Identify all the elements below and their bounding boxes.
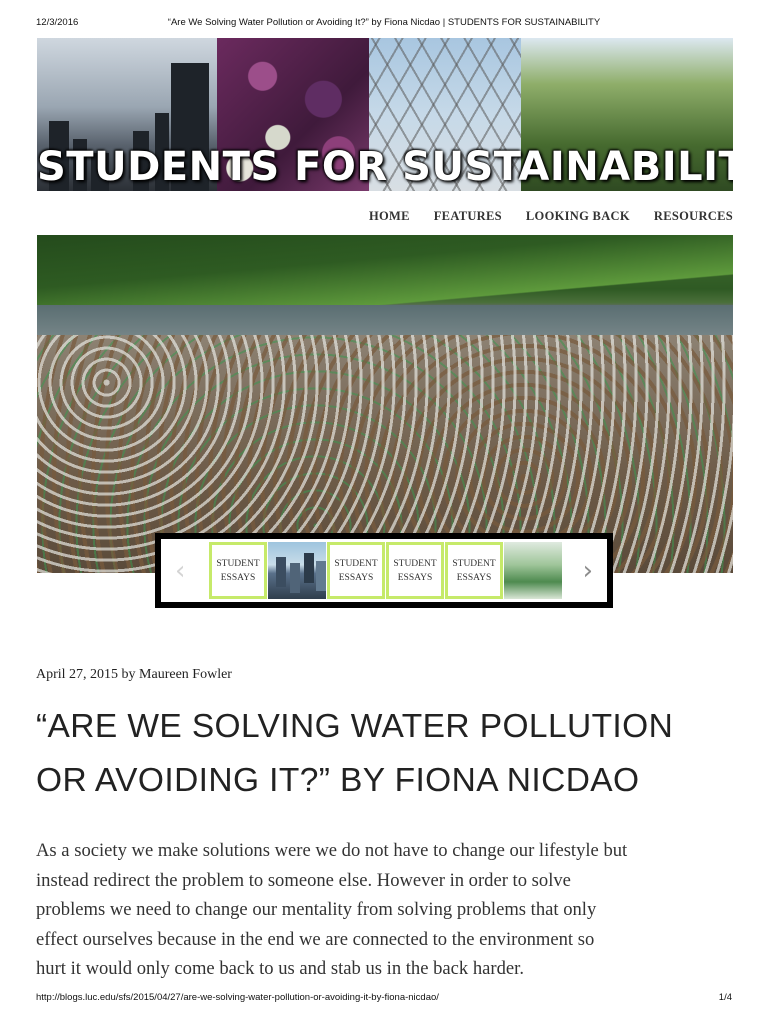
nav-home[interactable]: HOME xyxy=(369,209,410,224)
post-body-line: As a society we make solutions were we d… xyxy=(36,840,628,861)
hero-hills xyxy=(37,235,733,307)
carousel-slide-student-essays[interactable]: STUDENT ESSAYS xyxy=(209,542,267,599)
print-page-title: “Are We Solving Water Pollution or Avoid… xyxy=(167,17,601,28)
carousel-slide-student-essays[interactable]: STUDENT ESSAYS xyxy=(386,542,444,599)
nav-looking-back[interactable]: LOOKING BACK xyxy=(526,209,630,224)
print-footer: http://blogs.luc.edu/sfs/2015/04/27/are-… xyxy=(36,992,732,1006)
site-title: STUDENTS FOR SUSTAINABILITY xyxy=(37,144,733,190)
post-body-line: effect ourselves because in the end we a… xyxy=(36,928,595,950)
carousel-slide-student-essays[interactable]: STUDENT ESSAYS xyxy=(445,542,503,599)
carousel-slide-student-essays[interactable]: STUDENT ESSAYS xyxy=(327,542,385,599)
chevron-left-icon[interactable]: ‹ xyxy=(175,556,185,586)
chevron-right-icon[interactable]: › xyxy=(583,556,593,586)
hero-image-plastic-pollution xyxy=(37,235,733,573)
carousel-slide-city-image[interactable] xyxy=(268,542,326,599)
post-body-line: hurt it would only come back to us and s… xyxy=(36,958,524,979)
post-meta: April 27, 2015 by Maureen Fowler xyxy=(36,667,232,682)
main-nav: HOME FEATURES LOOKING BACK RESOURCES xyxy=(369,209,733,224)
post-body: As a society we make solutions were we d… xyxy=(36,836,736,984)
carousel-slide-lab-image[interactable] xyxy=(504,542,562,599)
print-header: 12/3/2016 “Are We Solving Water Pollutio… xyxy=(36,17,732,31)
print-url[interactable]: http://blogs.luc.edu/sfs/2015/04/27/are-… xyxy=(36,992,439,1003)
post-title: “ARE WE SOLVING WATER POLLUTION OR AVOID… xyxy=(36,700,736,808)
site-banner[interactable]: STUDENTS FOR SUSTAINABILITY xyxy=(37,38,733,191)
nav-features[interactable]: FEATURES xyxy=(434,209,502,224)
featured-carousel: ‹ STUDENT ESSAYS STUDENT ESSAYS STUDENT … xyxy=(155,533,613,608)
print-page-number: 1/4 xyxy=(718,992,732,1003)
nav-resources[interactable]: RESOURCES xyxy=(654,209,733,224)
post-title-line: OR AVOIDING IT?” BY FIONA NICDAO xyxy=(36,762,640,799)
post-body-line: problems we need to change our mentality… xyxy=(36,899,597,920)
post-body-line: instead redirect the problem to someone … xyxy=(36,869,571,891)
carousel-slides: STUDENT ESSAYS STUDENT ESSAYS STUDENT ES… xyxy=(209,542,563,599)
post-title-line: “ARE WE SOLVING WATER POLLUTION xyxy=(36,708,674,745)
